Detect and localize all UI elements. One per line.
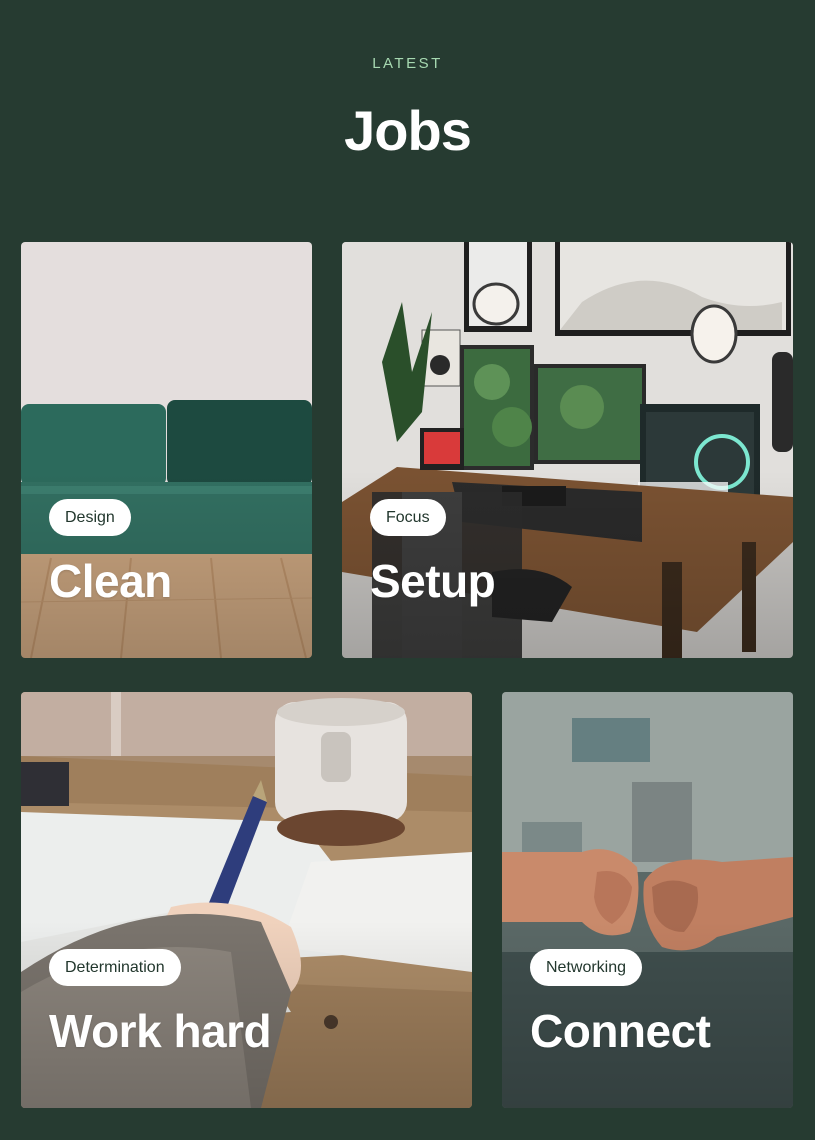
card-tag: Determination [49,949,181,986]
card-title: Work hard [49,1005,272,1057]
card-tag: Networking [530,949,643,986]
job-card-clean[interactable]: Design Clean [21,242,312,658]
section-eyebrow: LATEST [372,55,443,72]
card-title: Clean [49,555,172,607]
card-tag: Design [49,499,131,536]
section-title: Jobs [344,99,472,162]
job-card-connect[interactable]: Networking Connect [502,692,793,1108]
job-card-work-hard[interactable]: Determination Work hard [21,692,472,1108]
card-title: Setup [370,555,496,607]
card-tag: Focus [370,499,446,536]
job-card-setup[interactable]: Focus Setup [342,242,793,658]
card-title: Connect [530,1005,711,1057]
